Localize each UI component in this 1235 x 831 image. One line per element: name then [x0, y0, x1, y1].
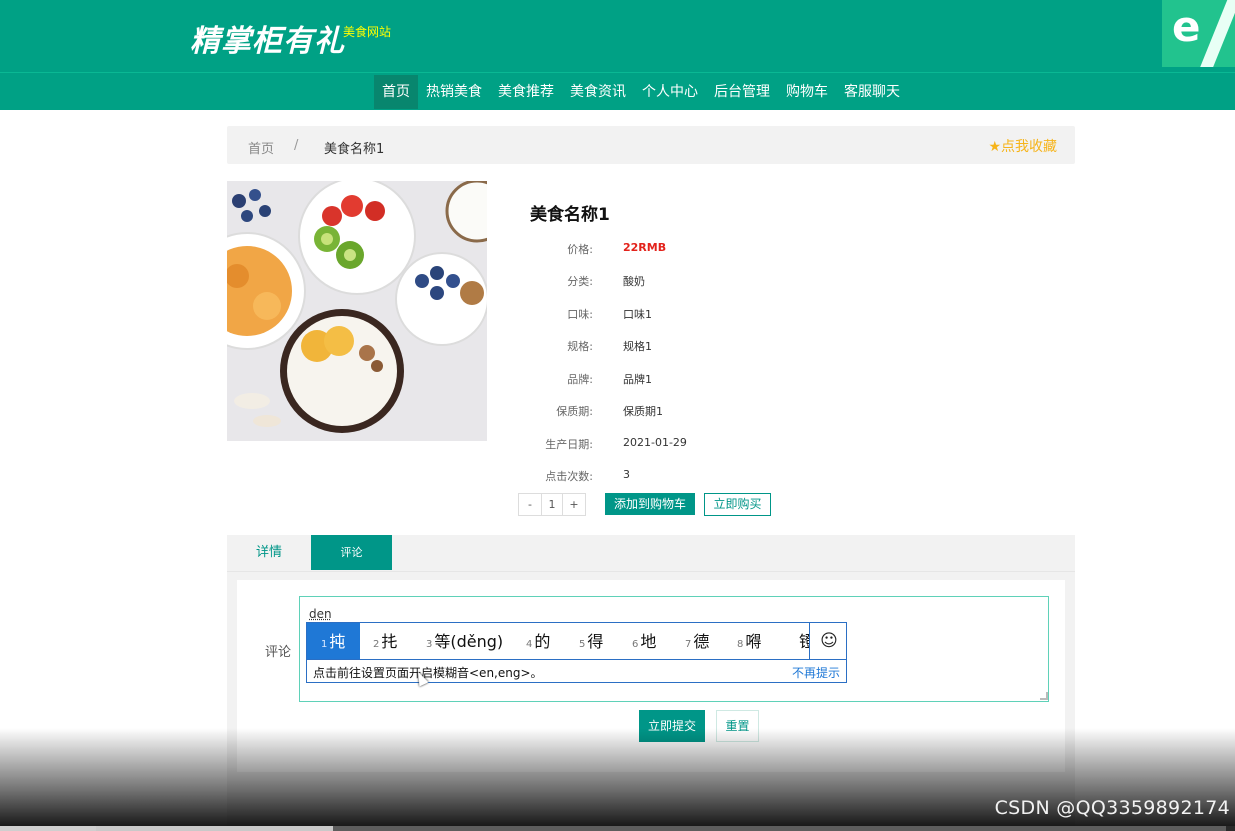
nav-item-news[interactable]: 美食资讯: [562, 75, 634, 109]
tab-comment[interactable]: 评论: [311, 535, 392, 570]
attr-label-production-date: 生产日期:: [545, 438, 593, 451]
product-image: [227, 181, 487, 441]
favorite-button[interactable]: ★点我收藏: [988, 136, 1057, 156]
ime-candidate[interactable]: 3 等(děng): [426, 623, 504, 659]
header-divider: [0, 72, 1235, 73]
ime-candidate-number: 3: [426, 639, 433, 650]
ime-candidate-number: 8: [737, 639, 744, 650]
attr-value-flavor: 口味1: [623, 308, 652, 321]
quantity-input[interactable]: 1: [541, 494, 563, 515]
tab-detail[interactable]: 详情: [227, 535, 311, 570]
attr-value-production-date: 2021-01-29: [623, 436, 687, 449]
ime-candidate-number: 2: [373, 639, 380, 650]
attr-value-click-count: 3: [623, 468, 630, 481]
ime-candidate[interactable]: 2扥: [373, 623, 398, 659]
attr-label-price: 价格:: [567, 243, 593, 256]
nav-item-admin[interactable]: 后台管理: [706, 75, 778, 109]
ime-candidate-text: 镫: [799, 632, 809, 651]
ime-candidate-text: 得: [587, 632, 604, 651]
ime-candidate-number: 5: [579, 639, 586, 650]
quantity-plus-button[interactable]: +: [563, 494, 585, 515]
ime-candidate-text: 扽: [329, 632, 346, 651]
attr-value-brand: 品牌1: [623, 373, 652, 386]
nav-item-hot-food[interactable]: 热销美食: [418, 75, 490, 109]
main-nav: 首页 热销美食 美食推荐 美食资讯 个人中心 后台管理 购物车 客服聊天: [374, 75, 908, 109]
favorite-label: 点我收藏: [1001, 139, 1057, 155]
ime-candidate-text: 扥: [381, 632, 398, 651]
ime-candidate[interactable]: 6地: [632, 623, 657, 659]
page: 精掌柜有礼 美食网站 e 首页 热销美食 美食推荐 美食资讯 个人中心 后台管理…: [0, 0, 1235, 831]
ime-candidate[interactable]: 7德: [685, 623, 710, 659]
site-logo[interactable]: 精掌柜有礼: [190, 16, 345, 60]
tab-bar: 详情 评论: [227, 535, 1075, 572]
attr-label-category: 分类:: [567, 275, 593, 288]
ime-candidate-number: 6: [632, 639, 639, 650]
comment-typed-text: den: [309, 607, 332, 621]
ime-candidate[interactable]: 4的: [526, 623, 551, 659]
site-subtitle: 美食网站: [343, 25, 392, 39]
nav-item-recommend[interactable]: 美食推荐: [490, 75, 562, 109]
attr-value-price: 22RMB: [623, 241, 667, 254]
comment-label: 评论: [265, 645, 292, 660]
ime-candidate-text: 地: [640, 632, 657, 651]
ime-candidate-popup: 1扽 2扥 3等(děng) 4的 5得 6地 7德 8嘚 镫 ☺ 点击前往设置…: [306, 622, 847, 683]
quantity-minus-button[interactable]: -: [519, 494, 541, 515]
ime-candidate-number: 4: [526, 639, 533, 650]
buy-now-button[interactable]: 立即购买: [704, 493, 771, 516]
ime-candidate[interactable]: 5得: [579, 623, 604, 659]
attr-value-category: 酸奶: [623, 275, 645, 288]
yogurt-bowls-illustration: [227, 181, 487, 441]
attr-value-shelf-life: 保质期1: [623, 405, 663, 418]
star-icon: ★: [988, 139, 1001, 155]
breadcrumb: 首页 / 美食名称1 ★点我收藏: [227, 126, 1075, 164]
attr-value-spec: 规格1: [623, 340, 652, 353]
quantity-stepper: - 1 +: [518, 493, 586, 516]
ime-candidate[interactable]: 镫: [797, 623, 809, 659]
ime-candidate-row: 1扽 2扥 3等(děng) 4的 5得 6地 7德 8嘚 镫: [307, 623, 809, 660]
nav-item-cart[interactable]: 购物车: [778, 75, 836, 109]
ime-hint-text[interactable]: 点击前往设置页面开启模糊音<en,eng>。: [313, 664, 543, 681]
ime-candidate-text: 的: [534, 632, 551, 651]
ime-candidate-text: 嘚: [745, 632, 762, 651]
scrollbar-track-highlight: [96, 826, 1226, 831]
ie-browser-icon[interactable]: e: [1162, 0, 1235, 67]
breadcrumb-current: 美食名称1: [324, 142, 385, 157]
add-to-cart-button[interactable]: 添加到购物车: [605, 493, 695, 515]
ie-icon-stripe: [1199, 0, 1235, 67]
ime-candidate-number: 1: [321, 639, 328, 650]
ime-candidate-text: 德: [693, 632, 710, 651]
nav-item-home[interactable]: 首页: [374, 75, 418, 109]
site-header: 精掌柜有礼 美食网站 e 首页 热销美食 美食推荐 美食资讯 个人中心 后台管理…: [0, 0, 1235, 110]
ime-candidate-text: 等(děng): [434, 632, 504, 651]
attr-label-shelf-life: 保质期:: [556, 405, 593, 418]
ime-candidate-number: 7: [685, 639, 692, 650]
attr-label-flavor: 口味:: [567, 308, 593, 321]
ime-dismiss-link[interactable]: 不再提示: [792, 664, 840, 681]
breadcrumb-separator: /: [294, 138, 299, 153]
attr-label-spec: 规格:: [567, 340, 593, 353]
nav-item-profile[interactable]: 个人中心: [634, 75, 706, 109]
ime-candidate[interactable]: 8嘚: [737, 623, 762, 659]
product-title: 美食名称1: [530, 205, 610, 225]
breadcrumb-home[interactable]: 首页: [248, 138, 274, 157]
ie-letter: e: [1172, 2, 1201, 51]
attr-label-brand: 品牌:: [567, 373, 593, 386]
textarea-resize-handle[interactable]: [1040, 692, 1048, 700]
nav-item-chat[interactable]: 客服聊天: [836, 75, 908, 109]
attr-label-click-count: 点击次数:: [545, 470, 593, 483]
emoji-icon[interactable]: ☺: [809, 623, 846, 660]
csdn-watermark: CSDN @QQ3359892174: [994, 797, 1230, 819]
ime-candidate[interactable]: 1扽: [307, 623, 360, 659]
